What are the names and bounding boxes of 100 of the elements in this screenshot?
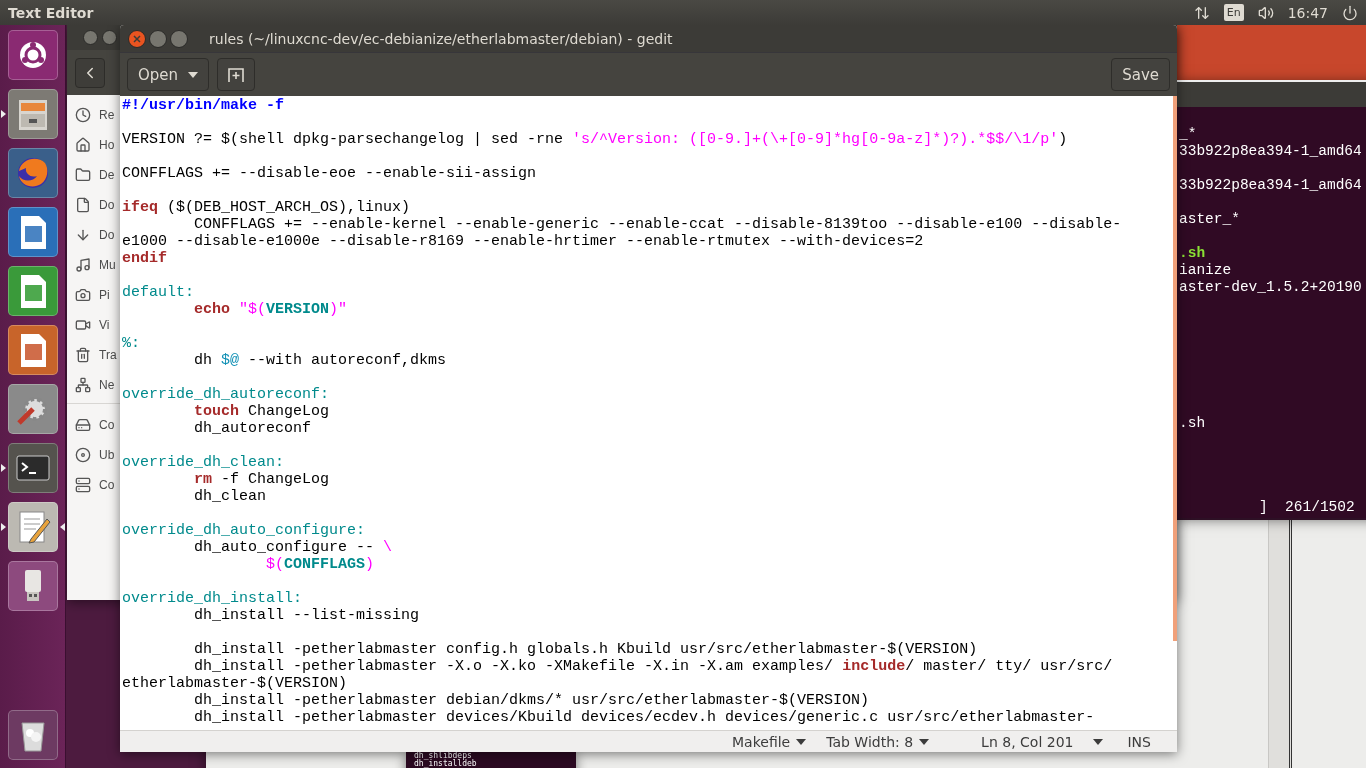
code-line: override_dh_autoreconf: bbox=[122, 386, 331, 403]
terminal-line: .sh bbox=[1179, 245, 1207, 262]
terminal-line: aster_* bbox=[1179, 211, 1241, 228]
sidebar-item[interactable]: Vi bbox=[67, 310, 110, 340]
code-line: dh $@ --with autoreconf,dkms bbox=[193, 352, 448, 369]
code-line: dh_install -petherlabmaster devices/Kbuild devices/ecdev.h devices/generic.c usr/src/etherlabmaster- bbox=[193, 709, 1096, 726]
code-line: e1000 --disable-e1000e --disable-r8169 --enable-hrtimer --enable-rtmutex --with-devices=2 bbox=[122, 233, 925, 250]
code-line: touch ChangeLog bbox=[193, 403, 331, 420]
sidebar-item[interactable]: Mu bbox=[67, 250, 116, 280]
code-line: CONFFLAGS += --disable-eoe --enable-sii-assign bbox=[122, 165, 538, 182]
terminal-line: dh_installdeb bbox=[414, 760, 478, 768]
clock[interactable]: 16:47 bbox=[1287, 4, 1328, 21]
home-icon bbox=[75, 137, 91, 153]
save-button[interactable]: Save bbox=[1111, 58, 1170, 91]
camera-icon bbox=[75, 287, 91, 303]
video-camera-icon bbox=[75, 317, 91, 333]
sidebar-item[interactable]: Pi bbox=[67, 280, 110, 310]
sidebar-item[interactable]: Ub bbox=[67, 440, 115, 470]
code-line: %: bbox=[122, 335, 141, 352]
caret-icon bbox=[188, 71, 199, 78]
code-line: echo "$(VERSION)" bbox=[193, 301, 349, 318]
open-button[interactable]: Open bbox=[127, 58, 210, 91]
code-line: dh_auto_configure -- \ bbox=[193, 539, 394, 556]
position-menu-button[interactable] bbox=[1093, 738, 1104, 745]
sidebar-item[interactable]: Co bbox=[67, 470, 115, 500]
maximize-button[interactable] bbox=[170, 29, 188, 48]
terminal-line: _* bbox=[1179, 126, 1198, 143]
power-icon[interactable] bbox=[1342, 4, 1358, 21]
terminal-line: 33b922p8ea394-1_amd64 bbox=[1179, 143, 1363, 160]
code-line: dh_install -petherlabmaster debian/dkms/* usr/src/etherlabmaster-$(VERSION) bbox=[193, 692, 871, 709]
close-button[interactable] bbox=[128, 29, 146, 48]
code-line: rm -f ChangeLog bbox=[193, 471, 331, 488]
new-tab-button[interactable] bbox=[217, 58, 256, 91]
app-name: Text Editor bbox=[8, 4, 94, 21]
launcher-item[interactable] bbox=[7, 207, 58, 257]
code-line: endif bbox=[122, 250, 168, 267]
code-line: dh_install -petherlabmaster config.h globals.h Kbuild usr/src/etherlabmaster-$(VERSION) bbox=[193, 641, 979, 658]
terminal-line: aster-dev_1.5.2+20190 bbox=[1179, 279, 1363, 296]
close-button[interactable] bbox=[83, 30, 98, 45]
back-button[interactable] bbox=[75, 57, 105, 88]
caret-icon bbox=[1093, 738, 1104, 745]
code-line: #!/usr/bin/make -f bbox=[122, 97, 286, 114]
code-line: default: bbox=[122, 284, 194, 301]
terminal-line: 33b922p8ea394-1_amd64 bbox=[1179, 177, 1363, 194]
music-icon bbox=[75, 257, 91, 273]
launcher-item[interactable] bbox=[7, 89, 58, 139]
launcher-item[interactable] bbox=[7, 502, 58, 552]
keyboard-layout-indicator[interactable]: En bbox=[1223, 4, 1244, 21]
clock-icon bbox=[75, 107, 91, 123]
sidebar-item[interactable]: Do bbox=[67, 220, 115, 250]
sidebar-item[interactable]: Re bbox=[67, 100, 115, 130]
code-line: VERSION ?= $(shell dpkg-parsechangelog | sed -rne 's/^Version: ([0-9.]+(\+[0-9]*hg[0-9a-z]*)?).*$$/\1/p') bbox=[122, 131, 1069, 148]
sidebar-item[interactable]: Do bbox=[67, 190, 115, 220]
code-line: override_dh_clean: bbox=[122, 454, 286, 471]
terminal-line: dh_shlibdeps bbox=[414, 752, 472, 760]
server-icon bbox=[75, 477, 91, 493]
insert-mode: INS bbox=[1127, 733, 1151, 750]
launcher-item[interactable] bbox=[7, 266, 58, 316]
code-line: override_dh_auto_configure: bbox=[122, 522, 367, 539]
sidebar-item[interactable]: Co bbox=[67, 410, 115, 440]
close-icon bbox=[133, 34, 141, 43]
progress-text: ] 261/1502 bbox=[1259, 499, 1355, 516]
code-line: dh_install --list-missing bbox=[193, 607, 421, 624]
launcher-item[interactable] bbox=[7, 30, 58, 80]
code-line: CONFFLAGS += --enable-kernel --enable-generic --enable-ccat --disable-8139too --disable-e100 --disable- bbox=[193, 216, 1123, 233]
language-selector[interactable]: Makefile bbox=[732, 733, 807, 750]
hard-drive-icon bbox=[75, 417, 91, 433]
code-line: dh_autoreconf bbox=[193, 420, 313, 437]
sidebar-item[interactable]: Ho bbox=[67, 130, 115, 160]
launcher-item[interactable] bbox=[7, 384, 58, 434]
launcher-item[interactable] bbox=[7, 561, 58, 611]
code-line: override_dh_install: bbox=[122, 590, 304, 607]
terminal-line: .sh bbox=[1179, 415, 1207, 432]
document-icon bbox=[75, 197, 91, 213]
download-icon bbox=[75, 227, 91, 243]
new-tab-icon bbox=[228, 67, 245, 82]
code-line: dh_clean bbox=[193, 488, 268, 505]
minimize-button[interactable] bbox=[149, 29, 167, 48]
caret-icon bbox=[796, 738, 807, 745]
window-title: rules (~/linuxcnc-dev/ec-debianize/etherlabmaster/debian) - gedit bbox=[209, 30, 673, 47]
disk-icon bbox=[75, 447, 91, 463]
sidebar-item[interactable]: Tra bbox=[67, 340, 117, 370]
code-line: $(CONFFLAGS) bbox=[265, 556, 376, 573]
cursor-position: Ln 8, Col 201 bbox=[981, 733, 1074, 750]
caret-icon bbox=[919, 738, 930, 745]
terminal-line: ianize bbox=[1179, 262, 1233, 279]
launcher-item[interactable] bbox=[7, 710, 58, 760]
code-line: ifeq ($(DEB_HOST_ARCH_OS),linux) bbox=[122, 199, 412, 216]
volume-icon[interactable] bbox=[1257, 4, 1274, 21]
code-line: dh_install -petherlabmaster -X.o -X.ko -XMakefile -X.in -X.am examples/ include/ master/ tty/ usr/src/ bbox=[193, 658, 1114, 675]
sidebar-item[interactable]: Ne bbox=[67, 370, 115, 400]
network-icon bbox=[75, 377, 91, 393]
minimize-button[interactable] bbox=[102, 30, 117, 45]
tab-width-selector[interactable]: Tab Width: 8 bbox=[826, 733, 930, 750]
network-icon[interactable] bbox=[1193, 4, 1210, 21]
scrollbar-thumb[interactable] bbox=[1173, 96, 1177, 641]
trash-icon bbox=[75, 347, 91, 363]
launcher-item[interactable] bbox=[7, 325, 58, 375]
folder-icon bbox=[75, 167, 91, 183]
sidebar-item[interactable]: De bbox=[67, 160, 115, 190]
